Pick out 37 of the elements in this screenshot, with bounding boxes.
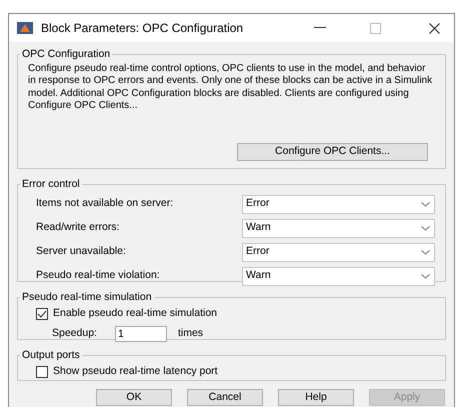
dropdown[interactable]: Error [242, 242, 435, 262]
dropdown-value: Error [246, 196, 270, 212]
dialog-button: Apply [369, 389, 445, 406]
field-label: Pseudo real-time violation: [36, 268, 160, 284]
group-title: OPC Configuration [21, 47, 112, 62]
speedup-field[interactable]: 1 [114, 326, 167, 342]
checkbox-label: Enable pseudo real-time simulation [53, 306, 218, 321]
window-title: Block Parameters: OPC Configuration [41, 20, 244, 37]
chevron-icon [421, 202, 430, 207]
close-icon[interactable] [429, 22, 440, 34]
chevron-icon [421, 226, 430, 231]
group-title: Error control [21, 177, 81, 192]
checkbox[interactable] [36, 366, 48, 378]
checkbox[interactable] [36, 308, 48, 320]
dropdown-value: Warn [246, 220, 271, 236]
field-label: Speedup: [52, 326, 97, 341]
dialog-button[interactable]: Cancel [187, 389, 263, 406]
dropdown[interactable]: Warn [242, 266, 435, 286]
group-title: Pseudo real-time simulation [21, 290, 153, 305]
field-label: Server unavailable: [36, 244, 126, 260]
chevron-icon [421, 250, 430, 255]
field-label: Read/write errors: [36, 220, 120, 236]
unit-label: times [178, 326, 204, 341]
dialog-button[interactable]: OK [96, 389, 172, 406]
minimize-icon[interactable] [314, 27, 326, 29]
dropdown-value: Error [246, 244, 270, 260]
group-title: Output ports [21, 348, 81, 363]
app-icon [17, 22, 33, 34]
dropdown-value: Warn [246, 268, 271, 284]
dialog-button[interactable]: Help [278, 389, 354, 406]
checkbox-label: Show pseudo real-time latency port [53, 364, 218, 379]
dropdown[interactable]: Warn [242, 218, 435, 238]
configure-clients-button[interactable]: Configure OPC Clients... [237, 142, 428, 161]
chevron-icon [421, 274, 430, 279]
description-text: Configure pseudo real-time control options, OPC clients to use in the model, and behavior in response to OPC errors and events. Only one of these blocks can be active in a Simulink model. Additional OPC Configuration blocks are disabled. Clients are configured using Configure OPC Clients... [28, 62, 434, 113]
dropdown[interactable]: Error [242, 194, 435, 214]
field-label: Items not available on server: [36, 196, 174, 212]
